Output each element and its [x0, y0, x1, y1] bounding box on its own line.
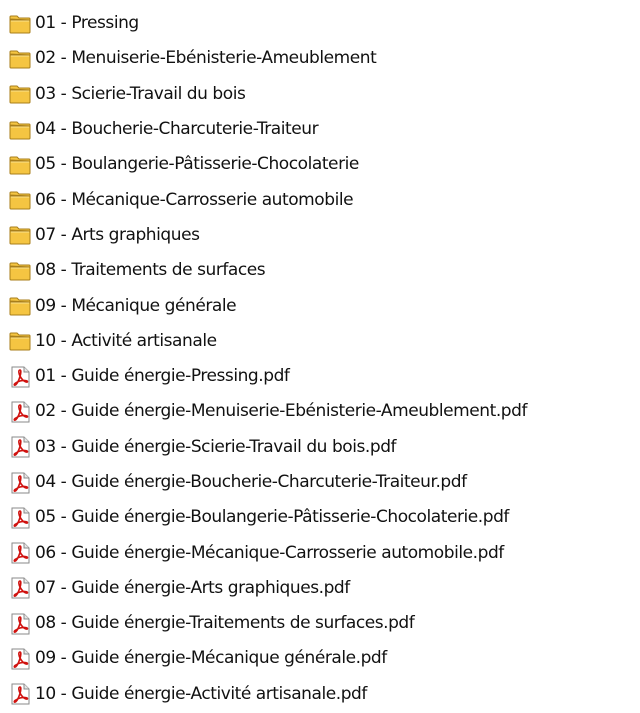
pdf-file-item[interactable]: 02 - Guide énergie-Menuiserie-Ebénisteri…	[8, 394, 638, 429]
pdf-file-item[interactable]: 09 - Guide énergie-Mécanique générale.pd…	[8, 641, 638, 676]
folder-item[interactable]: 02 - Menuiserie-Ebénisterie-Ameublement	[8, 41, 638, 76]
item-label: 07 - Arts graphiques	[35, 224, 200, 245]
pdf-file-item[interactable]: 05 - Guide énergie-Boulangerie-Pâtisseri…	[8, 500, 638, 535]
item-label: 06 - Guide énergie-Mécanique-Carrosserie…	[35, 542, 504, 563]
item-label: 09 - Guide énergie-Mécanique générale.pd…	[35, 648, 387, 669]
item-label: 09 - Mécanique générale	[35, 295, 237, 316]
pdf-file-icon	[8, 471, 33, 495]
pdf-file-item[interactable]: 01 - Guide énergie-Pressing.pdf	[8, 359, 638, 394]
folder-icon	[8, 329, 33, 353]
pdf-file-item[interactable]: 03 - Guide énergie-Scierie-Travail du bo…	[8, 430, 638, 465]
folder-icon	[8, 294, 33, 318]
pdf-file-icon	[8, 506, 33, 530]
folder-icon	[8, 153, 33, 177]
folder-icon	[8, 47, 33, 71]
pdf-file-icon	[8, 647, 33, 671]
item-label: 07 - Guide énergie-Arts graphiques.pdf	[35, 577, 350, 598]
pdf-file-icon	[8, 576, 33, 600]
item-label: 04 - Guide énergie-Boucherie-Charcuterie…	[35, 472, 467, 492]
item-label: 08 - Traitements de surfaces	[35, 260, 266, 281]
item-label: 04 - Boucherie-Charcuterie-Traiteur	[35, 119, 319, 140]
pdf-file-icon	[8, 400, 33, 424]
folder-icon	[8, 118, 33, 142]
pdf-file-item[interactable]: 06 - Guide énergie-Mécanique-Carrosserie…	[8, 535, 638, 570]
item-label: 02 - Guide énergie-Menuiserie-Ebénisteri…	[35, 401, 527, 422]
pdf-file-item[interactable]: 07 - Guide énergie-Arts graphiques.pdf	[8, 571, 638, 606]
pdf-file-icon	[8, 365, 33, 389]
folder-item[interactable]: 07 - Arts graphiques	[8, 218, 638, 253]
item-label: 06 - Mécanique-Carrosserie automobile	[35, 189, 354, 210]
pdf-file-item[interactable]: 10 - Guide énergie-Activité artisanale.p…	[8, 677, 638, 712]
pdf-file-icon	[8, 435, 33, 459]
item-label: 10 - Guide énergie-Activité artisanale.p…	[35, 683, 367, 704]
pdf-file-item[interactable]: 08 - Guide énergie-Traitements de surfac…	[8, 606, 638, 641]
folder-item[interactable]: 03 - Scierie-Travail du bois	[8, 77, 638, 112]
item-label: 03 - Guide énergie-Scierie-Travail du bo…	[35, 436, 397, 457]
folder-item[interactable]: 06 - Mécanique-Carrosserie automobile	[8, 182, 638, 217]
folder-item[interactable]: 01 - Pressing	[8, 6, 638, 41]
pdf-file-icon	[8, 612, 33, 636]
folder-icon	[8, 188, 33, 212]
folder-item[interactable]: 09 - Mécanique générale	[8, 288, 638, 323]
item-label: 01 - Pressing	[35, 13, 139, 34]
pdf-file-icon	[8, 541, 33, 565]
item-label: 02 - Menuiserie-Ebénisterie-Ameublement	[35, 48, 377, 69]
item-label: 10 - Activité artisanale	[35, 330, 217, 351]
item-label: 05 - Guide énergie-Boulangerie-Pâtisseri…	[35, 507, 509, 528]
folder-icon	[8, 259, 33, 283]
folder-icon	[8, 223, 33, 247]
item-label: 08 - Guide énergie-Traitements de surfac…	[35, 613, 415, 634]
folder-item[interactable]: 08 - Traitements de surfaces	[8, 253, 638, 288]
folder-icon	[8, 82, 33, 106]
folder-item[interactable]: 05 - Boulangerie-Pâtisserie-Chocolaterie	[8, 147, 638, 182]
pdf-file-icon	[8, 682, 33, 706]
folder-item[interactable]: 04 - Boucherie-Charcuterie-Traiteur	[8, 112, 638, 147]
folder-icon	[8, 12, 33, 36]
item-label: 03 - Scierie-Travail du bois	[35, 83, 246, 104]
folder-item[interactable]: 10 - Activité artisanale	[8, 324, 638, 359]
pdf-file-item[interactable]: 04 - Guide énergie-Boucherie-Charcuterie…	[8, 465, 638, 500]
file-list: 01 - Pressing 02 - Menuiserie-Ebénisteri…	[8, 6, 638, 712]
item-label: 05 - Boulangerie-Pâtisserie-Chocolaterie	[35, 154, 359, 175]
item-label: 01 - Guide énergie-Pressing.pdf	[35, 366, 290, 387]
